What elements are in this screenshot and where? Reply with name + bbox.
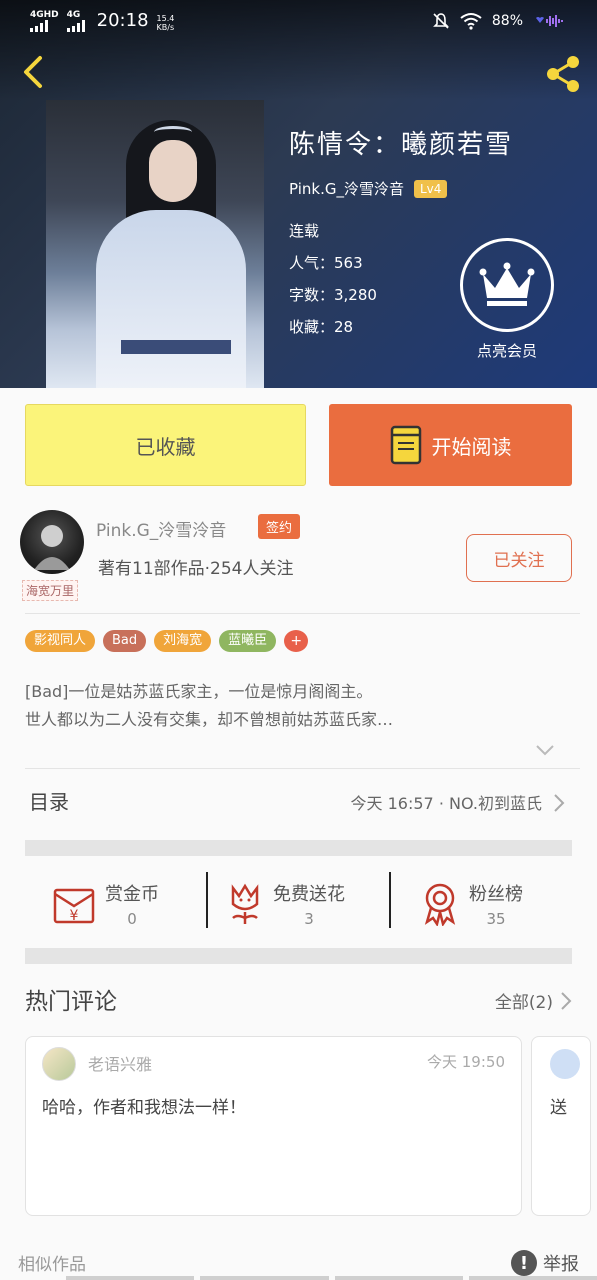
divider (25, 613, 580, 614)
svg-text:¥: ¥ (70, 908, 79, 924)
section-separator (25, 840, 572, 856)
divider (389, 872, 391, 928)
word-count-stat: 字数：3,280 (289, 286, 377, 304)
share-icon[interactable] (541, 52, 585, 96)
alert-icon: ! (511, 1250, 537, 1276)
tag-item[interactable]: 刘海宽 (154, 630, 212, 652)
vip-button[interactable]: 点亮会员 (460, 238, 554, 361)
fans-rank-count: 35 (486, 910, 506, 928)
commenter-name[interactable]: 老语兴雅 (88, 1051, 152, 1075)
favorited-button[interactable]: 已收藏 (25, 404, 306, 486)
divider (206, 872, 208, 928)
comment-time: 今天 19:50 (427, 1053, 505, 1071)
signal-4g: 4G (66, 10, 85, 32)
toc-title: 目录 (29, 790, 69, 814)
flower-icon (231, 883, 259, 924)
report-button[interactable]: ! 举报 (511, 1250, 579, 1276)
commenter-avatar[interactable] (550, 1049, 580, 1079)
report-label: 举报 (543, 1254, 579, 1275)
section-separator (25, 948, 572, 964)
all-comments-link[interactable]: 全部(2) (495, 988, 553, 1013)
send-flower-button[interactable]: 免费送花 3 (225, 858, 345, 950)
chevron-right-icon[interactable] (559, 990, 573, 1012)
serial-status: 连载 (289, 222, 320, 240)
divider (25, 768, 580, 769)
back-arrow-icon[interactable] (18, 54, 48, 90)
mute-icon (432, 13, 449, 29)
music-wave-icon (536, 15, 563, 27)
popularity-stat: 人气：563 (289, 254, 363, 272)
book-header: 4GHD 4G 20:18 15.4 KB/s 88% 陈情令：曦颜若雪 Pin… (0, 0, 597, 388)
fans-rank-button[interactable]: 粉丝榜 35 (419, 858, 523, 950)
add-tag-button[interactable]: + (284, 630, 309, 652)
tag-item[interactable]: 蓝曦臣 (219, 630, 277, 652)
wifi-icon (460, 13, 482, 30)
book-cover (46, 100, 264, 388)
similar-works-strip (66, 1276, 597, 1280)
chevron-right-icon (554, 794, 565, 812)
start-reading-button[interactable]: 开始阅读 (329, 404, 572, 486)
synopsis[interactable]: [Bad]一位是姑苏蓝氏家主，一位是惊月阁阁主。 世人都以为二人没有交集，却不曾… (25, 678, 565, 734)
book-detail-content: 已收藏 开始阅读 海宽万里 Pink.G_泠雪泠音 签约 著有11部作品·254… (0, 388, 597, 1280)
comment-card[interactable]: 送 (531, 1036, 591, 1216)
comment-card[interactable]: 老语兴雅 今天 19:50 哈哈，作者和我想法一样！ (25, 1036, 522, 1216)
author-avatar[interactable] (20, 510, 84, 574)
level-badge: Lv4 (413, 179, 448, 198)
author-card[interactable]: 海宽万里 Pink.G_泠雪泠音 签约 著有11部作品·254人关注 已关注 (18, 510, 578, 610)
medal-icon (424, 883, 456, 926)
net-speed: 15.4 KB/s (156, 14, 175, 32)
signed-badge: 签约 (258, 514, 301, 539)
book-author[interactable]: Pink.G_泠雪泠音 (289, 178, 404, 199)
similar-works-title: 相似作品 (18, 1255, 86, 1275)
reward-coin-label: 赏金币 (105, 884, 159, 905)
clock: 20:18 (96, 10, 149, 31)
book-author-line: Pink.G_泠雪泠音 Lv4 (289, 178, 448, 199)
book-icon (390, 425, 421, 465)
crown-icon (460, 238, 554, 332)
rewards-row: ¥ 赏金币 0 免费送花 3 粉丝榜 35 (25, 858, 572, 950)
battery-level: 88% (491, 13, 523, 29)
synopsis-line: [Bad]一位是姑苏蓝氏家主，一位是惊月阁阁主。 (25, 682, 373, 701)
red-envelope-icon: ¥ (53, 888, 95, 924)
tag-item[interactable]: 影视同人 (25, 630, 96, 652)
reward-coin-button[interactable]: ¥ 赏金币 0 (51, 858, 159, 950)
status-bar: 4GHD 4G 20:18 15.4 KB/s 88% (0, 0, 597, 46)
hot-comments-title: 热门评论 (25, 989, 117, 1015)
comment-text: 哈哈，作者和我想法一样！ (42, 1098, 246, 1118)
comment-text: 送 (550, 1098, 567, 1118)
vip-label: 点亮会员 (476, 342, 537, 360)
table-of-contents-row[interactable]: 目录 今天 16:57 · NO.初到蓝氏 (25, 776, 572, 832)
fans-rank-label: 粉丝榜 (469, 884, 523, 905)
book-title: 陈情令：曦颜若雪 (289, 130, 514, 160)
followed-button[interactable]: 已关注 (466, 534, 572, 582)
commenter-avatar[interactable] (42, 1047, 76, 1081)
latest-chapter: 今天 16:57 · NO.初到蓝氏 (350, 794, 542, 813)
send-flower-label: 免费送花 (273, 884, 345, 905)
tag-list: 影视同人 Bad 刘海宽 蓝曦臣 + (25, 630, 309, 652)
reward-coin-count: 0 (127, 910, 137, 928)
author-name[interactable]: Pink.G_泠雪泠音 (96, 516, 226, 541)
favorites-stat: 收藏：28 (289, 318, 354, 336)
author-works: 著有11部作品·254人关注 (98, 559, 294, 579)
signal-4ghd: 4GHD (30, 10, 59, 32)
send-flower-count: 3 (304, 910, 314, 928)
synopsis-line: 世人都以为二人没有交集，却不曾想前姑苏蓝氏家… (25, 710, 394, 729)
tag-item[interactable]: Bad (103, 630, 147, 652)
avatar-tag: 海宽万里 (22, 580, 79, 601)
chevron-down-icon[interactable] (534, 742, 556, 758)
